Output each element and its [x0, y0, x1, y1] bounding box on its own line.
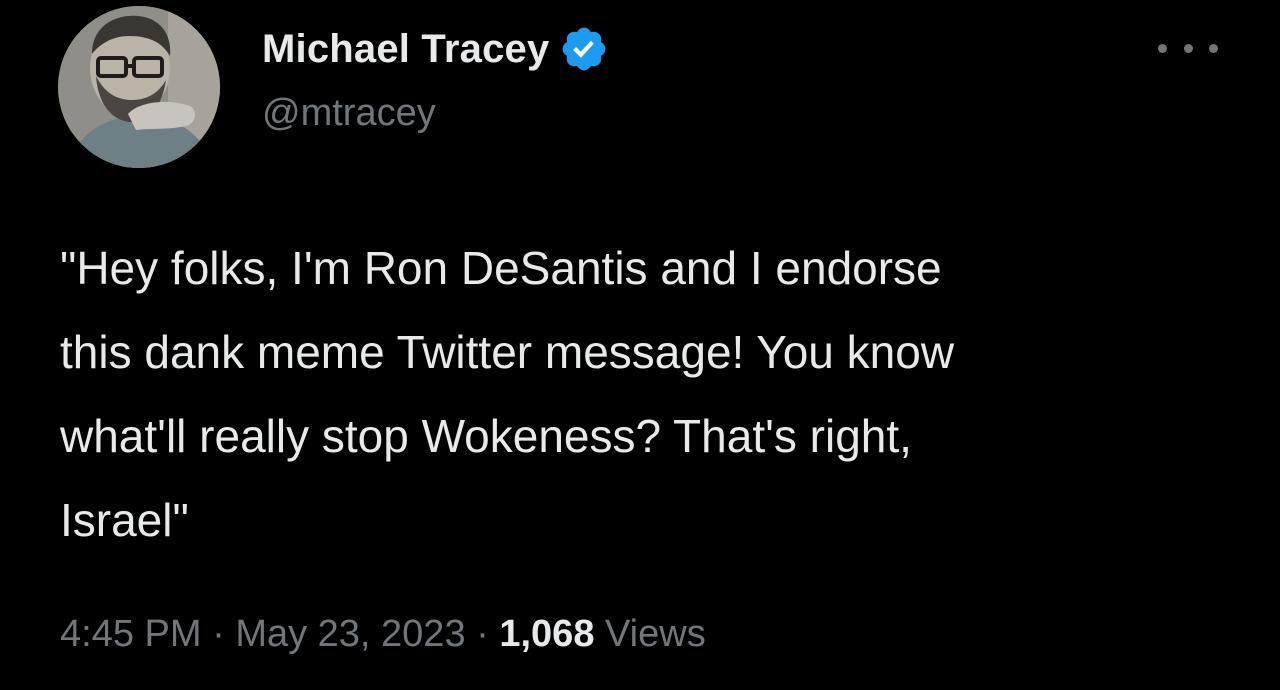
- author-name-row: Michael Tracey: [262, 22, 609, 76]
- more-dot: [1158, 43, 1167, 53]
- tweet-meta: 4:45 PM · May 23, 2023 · 1,068 Views: [60, 604, 706, 664]
- tweet-time[interactable]: 4:45 PM: [60, 613, 202, 655]
- tweet-date[interactable]: May 23, 2023: [235, 613, 465, 655]
- views-label: Views: [605, 613, 706, 655]
- more-dot: [1209, 43, 1218, 53]
- author-display-name[interactable]: Michael Tracey: [262, 27, 549, 72]
- avatar[interactable]: [58, 6, 220, 168]
- verified-badge-icon: [559, 24, 609, 74]
- avatar-image: [58, 6, 220, 168]
- author-handle[interactable]: @mtracey: [262, 92, 436, 135]
- views-count[interactable]: 1,068: [499, 613, 594, 655]
- tweet-card: Michael Tracey @mtracey "Hey folks, I'm …: [0, 0, 1280, 690]
- more-dot: [1183, 43, 1193, 53]
- meta-separator: ·: [476, 613, 489, 655]
- tweet-text: "Hey folks, I'm Ron DeSantis and I endor…: [60, 242, 955, 546]
- meta-separator: ·: [212, 613, 225, 655]
- more-horizontal-icon[interactable]: [1158, 28, 1218, 68]
